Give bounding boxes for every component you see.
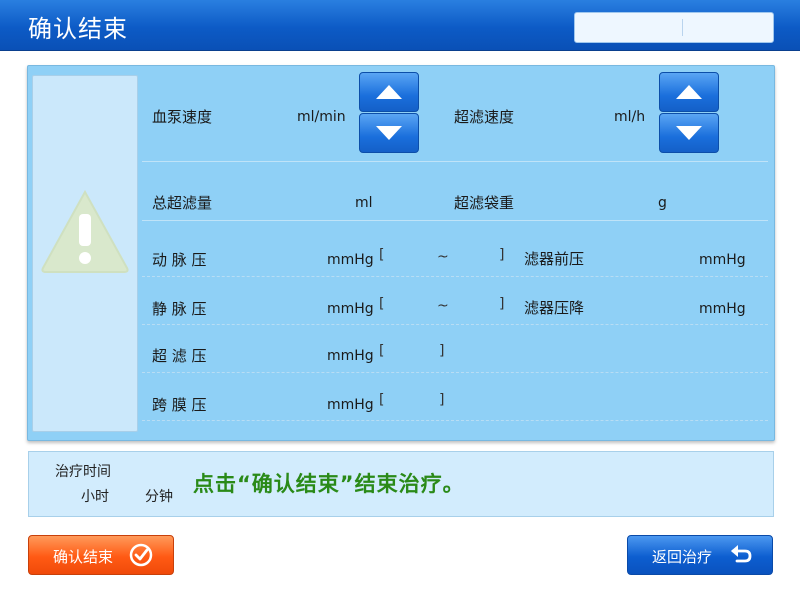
divider	[142, 372, 768, 373]
back-to-treatment-button[interactable]: 返回治疗	[627, 535, 773, 575]
divider	[142, 420, 768, 421]
tmp-unit: mmHg	[327, 397, 374, 413]
arterial-range-separator: ~	[437, 249, 449, 265]
blood-pump-speed-up-button[interactable]	[359, 72, 419, 112]
back-to-treatment-label: 返回治疗	[652, 548, 713, 566]
range-close-bracket: ]	[439, 392, 445, 408]
range-close-bracket: ]	[499, 247, 505, 263]
info-bar: 治疗时间 小时 分钟 点击“确认结束”结束治疗。	[28, 451, 774, 517]
uf-speed-label: 超滤速度	[454, 108, 515, 126]
warning-area	[32, 75, 138, 432]
minutes-unit: 分钟	[145, 489, 173, 505]
uf-speed-stepper	[659, 72, 719, 154]
total-uf-label: 总超滤量	[152, 194, 213, 212]
range-close-bracket: ]	[439, 343, 445, 359]
return-arrow-icon	[731, 545, 752, 563]
arrow-up-icon	[376, 85, 402, 99]
blood-pump-speed-unit: ml/min	[297, 109, 346, 125]
venous-range-separator: ~	[437, 298, 449, 314]
uf-speed-unit: ml/h	[614, 109, 646, 125]
venous-pressure-label: 静 脉 压	[152, 300, 207, 318]
arrow-down-icon	[376, 126, 402, 140]
confirm-end-button[interactable]: 确认结束	[28, 535, 174, 575]
blood-pump-speed-label: 血泵速度	[152, 108, 213, 126]
divider	[142, 220, 768, 221]
uf-pressure-unit: mmHg	[327, 348, 374, 364]
divider	[142, 276, 768, 277]
arterial-pressure-unit: mmHg	[327, 252, 374, 268]
uf-bag-weight-label: 超滤袋重	[454, 194, 515, 212]
range-open-bracket: [	[379, 392, 385, 408]
filter-pressure-drop-label: 滤器压降	[524, 299, 585, 317]
blood-pump-speed-down-button[interactable]	[359, 113, 419, 153]
arterial-pressure-label: 动 脉 压	[152, 251, 207, 269]
treatment-time-label: 治疗时间	[55, 464, 111, 480]
uf-pressure-label: 超 滤 压	[152, 347, 207, 365]
uf-speed-up-button[interactable]	[659, 72, 719, 112]
uf-bag-weight-unit: g	[658, 195, 667, 211]
parameter-panel: 血泵速度 ml/min 超滤速度 ml/h 总超滤量 ml 超滤袋重 g 动 脉…	[27, 65, 775, 441]
page-title: 确认结束	[28, 15, 128, 43]
arrow-up-icon	[676, 85, 702, 99]
warning-icon	[41, 189, 129, 273]
blood-pump-speed-stepper	[359, 72, 419, 154]
venous-pressure-unit: mmHg	[327, 301, 374, 317]
range-open-bracket: [	[379, 343, 385, 359]
divider	[142, 161, 768, 162]
pre-filter-pressure-label: 滤器前压	[524, 250, 585, 268]
check-circle-icon	[129, 543, 153, 567]
title-bar: 确认结束	[0, 0, 800, 51]
divider	[142, 324, 768, 325]
tmp-label: 跨 膜 压	[152, 396, 207, 414]
instruction-message: 点击“确认结束”结束治疗。	[193, 472, 465, 496]
pre-filter-pressure-unit: mmHg	[699, 252, 746, 268]
confirm-end-label: 确认结束	[53, 548, 114, 566]
uf-speed-down-button[interactable]	[659, 113, 719, 153]
header-status-box	[574, 12, 774, 43]
range-close-bracket: ]	[499, 296, 505, 312]
hours-unit: 小时	[81, 489, 109, 505]
total-uf-unit: ml	[355, 195, 373, 211]
arrow-down-icon	[676, 126, 702, 140]
range-open-bracket: [	[379, 247, 385, 263]
range-open-bracket: [	[379, 296, 385, 312]
filter-pressure-drop-unit: mmHg	[699, 301, 746, 317]
